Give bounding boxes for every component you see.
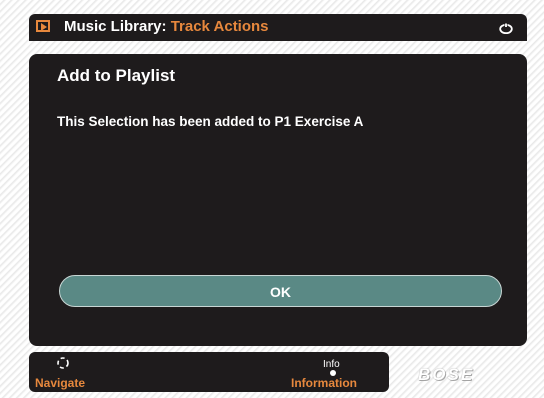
header-title-main: Music Library: [64,18,167,35]
bose-logo: BOSE [418,365,475,384]
ok-button[interactable]: OK [59,275,502,307]
header-title: Music Library: Track Actions [64,18,269,35]
dialog-title: Add to Playlist [57,66,176,85]
header-bar: Music Library: Track Actions [29,14,527,41]
header-title-sub: Track Actions [170,18,269,35]
power-icon[interactable] [499,23,513,34]
info-small-label: Info [323,359,340,370]
play-box-icon [36,20,50,32]
information-label[interactable]: Information [291,376,357,390]
navigation-ring-icon[interactable] [56,356,70,370]
dialog-message: This Selection has been added to P1 Exer… [57,114,364,129]
footer-bar: Navigate Info Information [29,352,389,392]
dialog-panel: Add to Playlist This Selection has been … [29,54,527,346]
navigate-label[interactable]: Navigate [35,376,85,390]
